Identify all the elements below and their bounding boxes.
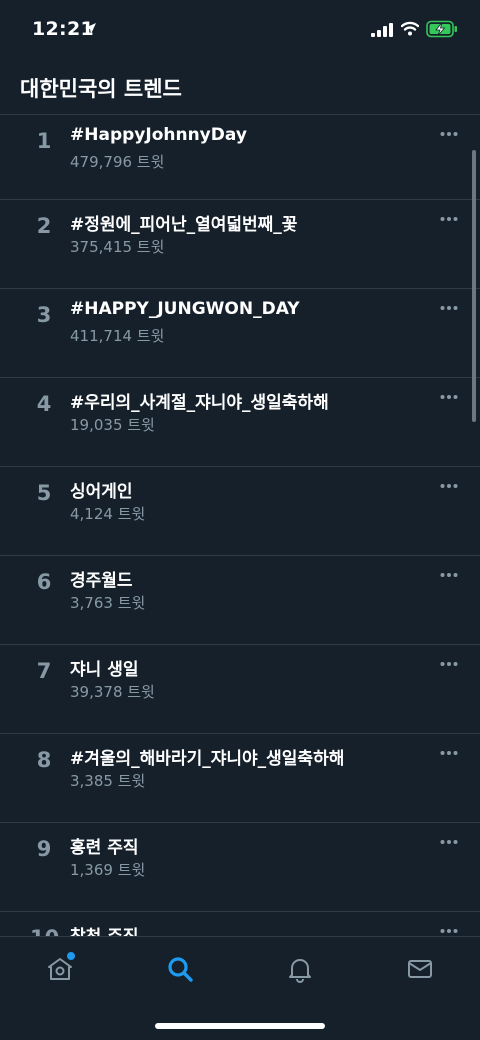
more-horizontal-icon[interactable] [440, 394, 458, 400]
trend-name: #겨울의_해바라기_쟈니야_생일축하해 [70, 749, 345, 769]
cellular-signal-icon [371, 23, 393, 37]
mail-icon [408, 960, 432, 978]
trend-tweet-count: 3,763 트윗 [70, 594, 146, 612]
trend-tweet-count: 19,035 트윗 [70, 416, 155, 434]
trend-list[interactable]: 1 #HappyJohnnyDay 479,796 트윗 2 #정원에_피어난_… [0, 115, 480, 936]
trend-name: 쟈니 생일 [70, 660, 139, 680]
battery-charging-icon [426, 20, 457, 38]
more-horizontal-icon[interactable] [440, 216, 458, 222]
trend-name: 창천 주직 [70, 922, 138, 936]
trend-item[interactable]: 8 #겨울의_해바라기_쟈니야_생일축하해 3,385 트윗 [0, 734, 480, 823]
tab-home[interactable] [40, 949, 80, 989]
more-horizontal-icon[interactable] [440, 928, 458, 934]
trend-name: #정원에_피어난_열여덟번째_꽃 [70, 215, 298, 235]
trend-rank: 6 [36, 570, 52, 594]
trend-item[interactable]: 3 #HAPPY_JUNGWON_DAY 411,714 트윗 [0, 289, 480, 378]
wifi-icon [401, 21, 419, 36]
tab-notifications[interactable] [280, 949, 320, 989]
more-horizontal-icon[interactable] [440, 305, 458, 311]
trend-name: #우리의_사계절_쟈니야_생일축하해 [70, 393, 329, 413]
trend-item[interactable]: 6 경주월드 3,763 트윗 [0, 556, 480, 645]
trend-tweet-count: 479,796 트윗 [70, 153, 165, 171]
more-horizontal-icon[interactable] [440, 839, 458, 845]
trend-item[interactable]: 5 싱어게인 4,124 트윗 [0, 467, 480, 556]
location-arrow-icon [85, 23, 96, 34]
more-horizontal-icon[interactable] [440, 572, 458, 578]
more-horizontal-icon[interactable] [440, 661, 458, 667]
trend-rank: 2 [36, 214, 52, 238]
trend-rank: 4 [36, 392, 52, 416]
more-horizontal-icon[interactable] [440, 750, 458, 756]
trend-tweet-count: 375,415 트윗 [70, 238, 165, 256]
trend-item[interactable]: 2 #정원에_피어난_열여덟번째_꽃 375,415 트윗 [0, 200, 480, 289]
page-header: 대한민국의 트렌드 [0, 58, 480, 115]
trend-rank: 5 [36, 481, 52, 505]
bell-icon [289, 959, 311, 983]
tab-search[interactable] [160, 949, 200, 989]
notification-dot [66, 951, 76, 961]
trend-item[interactable]: 10 창천 주직 [0, 912, 480, 936]
trend-name: 홍련 주직 [70, 838, 139, 858]
more-horizontal-icon[interactable] [440, 483, 458, 489]
trend-rank: 3 [36, 303, 52, 327]
trend-name: #HappyJohnnyDay [70, 125, 247, 145]
trend-tweet-count: 411,714 트윗 [70, 327, 165, 345]
trend-item[interactable]: 1 #HappyJohnnyDay 479,796 트윗 [0, 115, 480, 200]
trend-rank: 10 [30, 926, 59, 936]
trend-name: 경주월드 [70, 571, 133, 591]
trend-rank: 8 [36, 748, 52, 772]
home-indicator[interactable] [155, 1023, 325, 1029]
trend-name: #HAPPY_JUNGWON_DAY [70, 299, 300, 319]
trend-tweet-count: 39,378 트윗 [70, 683, 155, 701]
trend-item[interactable]: 7 쟈니 생일 39,378 트윗 [0, 645, 480, 734]
trend-rank: 7 [36, 659, 52, 683]
tab-messages[interactable] [400, 949, 440, 989]
trend-rank: 9 [36, 837, 52, 861]
search-icon [168, 957, 193, 982]
trend-tweet-count: 1,369 트윗 [70, 861, 146, 879]
trend-item[interactable]: 4 #우리의_사계절_쟈니야_생일축하해 19,035 트윗 [0, 378, 480, 467]
trend-tweet-count: 3,385 트윗 [70, 772, 146, 790]
trend-item[interactable]: 9 홍련 주직 1,369 트윗 [0, 823, 480, 912]
trend-tweet-count: 4,124 트윗 [70, 505, 146, 523]
status-bar: 12:21 [0, 0, 480, 58]
scrollbar[interactable] [472, 150, 476, 422]
more-horizontal-icon[interactable] [440, 131, 458, 137]
trend-rank: 1 [36, 129, 52, 153]
page-title: 대한민국의 트렌드 [20, 77, 182, 101]
trend-name: 싱어게인 [70, 482, 133, 502]
